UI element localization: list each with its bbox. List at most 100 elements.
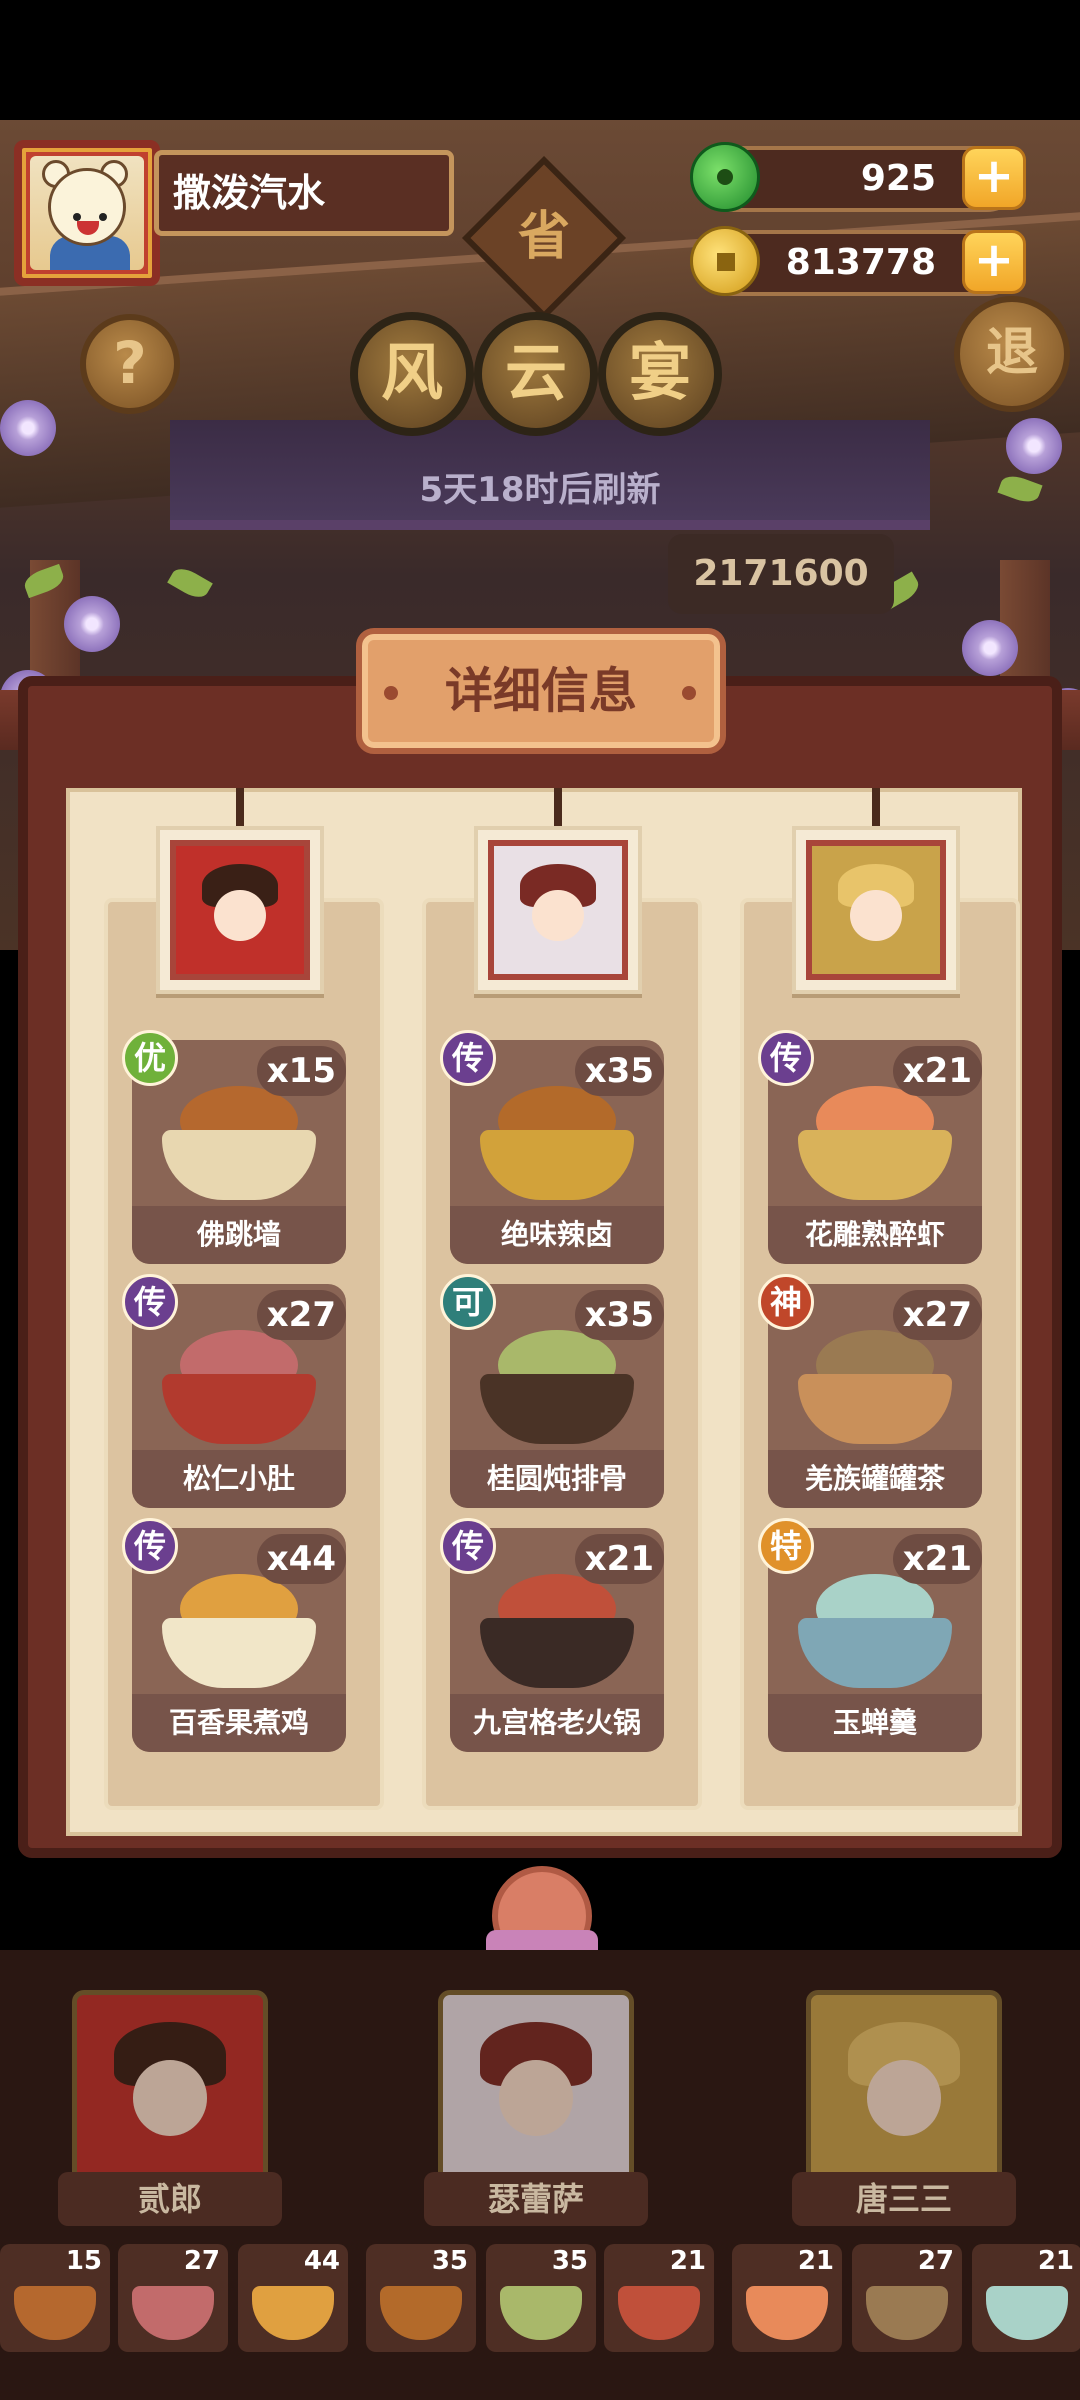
grade-badge: 传 bbox=[122, 1518, 178, 1574]
chef-portrait bbox=[156, 826, 324, 994]
chef-name-label: 瑟蕾萨 bbox=[424, 2172, 648, 2226]
chef-face bbox=[498, 2059, 574, 2136]
inventory-count: 27 bbox=[183, 2246, 220, 2276]
inventory-slot[interactable]: 35 bbox=[486, 2244, 596, 2352]
dish-card[interactable]: x21 传九宫格老火锅 bbox=[440, 1518, 664, 1752]
dish-name: 桂圆炖排骨 bbox=[450, 1450, 664, 1508]
dish-card[interactable]: x27 传松仁小肚 bbox=[122, 1274, 346, 1508]
inventory-count: 35 bbox=[551, 2246, 588, 2276]
flower-decoration bbox=[962, 620, 1018, 676]
chef-slot[interactable] bbox=[806, 1990, 1002, 2190]
chef-portrait-image bbox=[806, 840, 946, 980]
chef-name-label: 贰郎 bbox=[58, 2172, 282, 2226]
dish-image bbox=[798, 1080, 952, 1200]
dish-name: 绝味辣卤 bbox=[450, 1206, 664, 1264]
dish-count: x44 bbox=[256, 1534, 346, 1584]
inventory-slot[interactable]: 27 bbox=[852, 2244, 962, 2352]
dish-count: x15 bbox=[256, 1046, 346, 1096]
game-screen: 撒泼汽水 925 + 813778 + ? 退 省 风 云 宴 5天18时后刷新… bbox=[0, 0, 1080, 2400]
grade-badge: 传 bbox=[440, 1518, 496, 1574]
dish-image bbox=[480, 1324, 634, 1444]
inventory-dish bbox=[866, 2286, 948, 2340]
dish-name: 百香果煮鸡 bbox=[132, 1694, 346, 1752]
dish-name: 松仁小肚 bbox=[132, 1450, 346, 1508]
status-bar bbox=[0, 0, 1080, 120]
dish-name: 九宫格老火锅 bbox=[450, 1694, 664, 1752]
inventory-count: 27 bbox=[917, 2246, 954, 2276]
grade-badge: 传 bbox=[122, 1274, 178, 1330]
dish-card[interactable]: x21 传花雕熟醉虾 bbox=[758, 1030, 982, 1264]
inventory-slot[interactable]: 21 bbox=[732, 2244, 842, 2352]
dish-card[interactable]: x35 可桂圆炖排骨 bbox=[440, 1274, 664, 1508]
inventory-slot[interactable]: 44 bbox=[238, 2244, 348, 2352]
inventory-dish bbox=[618, 2286, 700, 2340]
jade-icon bbox=[690, 142, 760, 212]
chef-face bbox=[866, 2059, 942, 2136]
detail-header-title: 详细信息 bbox=[444, 663, 637, 719]
inventory-count: 21 bbox=[1037, 2246, 1074, 2276]
dish-bowl bbox=[162, 1130, 316, 1200]
inventory-dish bbox=[986, 2286, 1068, 2340]
avatar-image bbox=[30, 156, 144, 270]
exit-button[interactable]: 退 bbox=[954, 296, 1070, 412]
dish-count: x35 bbox=[574, 1290, 664, 1340]
grade-badge: 神 bbox=[758, 1274, 814, 1330]
dish-name: 花雕熟醉虾 bbox=[768, 1206, 982, 1264]
dish-card[interactable]: x21 特玉蝉羹 bbox=[758, 1518, 982, 1752]
dish-name: 羌族罐罐茶 bbox=[768, 1450, 982, 1508]
player-avatar[interactable] bbox=[14, 140, 160, 286]
grade-badge: 传 bbox=[758, 1030, 814, 1086]
inventory-dish bbox=[132, 2286, 214, 2340]
help-button[interactable]: ? bbox=[80, 314, 180, 414]
dish-card[interactable]: x35 传绝味辣卤 bbox=[440, 1030, 664, 1264]
grade-badge: 优 bbox=[122, 1030, 178, 1086]
province-badge-text: 省 bbox=[517, 207, 570, 267]
dish-count: x27 bbox=[892, 1290, 982, 1340]
add-jade-button[interactable]: + bbox=[962, 146, 1026, 210]
bear-mouth bbox=[77, 221, 99, 235]
player-name: 撒泼汽水 bbox=[154, 150, 454, 236]
event-title-char: 云 bbox=[474, 312, 598, 436]
inventory-dish bbox=[14, 2286, 96, 2340]
grade-badge: 特 bbox=[758, 1518, 814, 1574]
bear-head bbox=[48, 168, 126, 246]
inventory-slot[interactable]: 21 bbox=[604, 2244, 714, 2352]
event-title-char: 宴 bbox=[598, 312, 722, 436]
dish-card[interactable]: x44 传百香果煮鸡 bbox=[122, 1518, 346, 1752]
dish-image bbox=[798, 1324, 952, 1444]
chef-portrait-image bbox=[170, 840, 310, 980]
chef-face bbox=[532, 889, 584, 941]
add-coins-button[interactable]: + bbox=[962, 230, 1026, 294]
flower-decoration bbox=[64, 596, 120, 652]
inventory-slot[interactable]: 15 bbox=[0, 2244, 110, 2352]
dish-name: 佛跳墙 bbox=[132, 1206, 346, 1264]
flower-decoration bbox=[0, 400, 56, 456]
refresh-timer: 5天18时后刷新 bbox=[419, 470, 661, 510]
bear-eye bbox=[73, 213, 81, 221]
inventory-dish bbox=[500, 2286, 582, 2340]
dish-count: x35 bbox=[574, 1046, 664, 1096]
dish-bowl bbox=[480, 1130, 634, 1200]
inventory-slot[interactable]: 27 bbox=[118, 2244, 228, 2352]
coin-icon bbox=[690, 226, 760, 296]
dish-card[interactable]: x15 优佛跳墙 bbox=[122, 1030, 346, 1264]
dish-image bbox=[162, 1080, 316, 1200]
inventory-dish bbox=[746, 2286, 828, 2340]
chef-slot[interactable] bbox=[72, 1990, 268, 2190]
chef-slot[interactable] bbox=[438, 1990, 634, 2190]
dish-image bbox=[480, 1568, 634, 1688]
dish-bowl bbox=[798, 1618, 952, 1688]
event-title-char: 风 bbox=[350, 312, 474, 436]
dish-card[interactable]: x27 神羌族罐罐茶 bbox=[758, 1274, 982, 1508]
dish-bowl bbox=[480, 1618, 634, 1688]
inventory-count: 15 bbox=[65, 2246, 102, 2276]
dish-image bbox=[162, 1324, 316, 1444]
chef-face bbox=[214, 889, 266, 941]
chef-face bbox=[850, 889, 902, 941]
chef-name-label: 唐三三 bbox=[792, 2172, 1016, 2226]
inventory-slot[interactable]: 35 bbox=[366, 2244, 476, 2352]
inventory-slot[interactable]: 21 bbox=[972, 2244, 1080, 2352]
dish-bowl bbox=[480, 1374, 634, 1444]
dish-image bbox=[798, 1568, 952, 1688]
inventory-count: 35 bbox=[431, 2246, 468, 2276]
